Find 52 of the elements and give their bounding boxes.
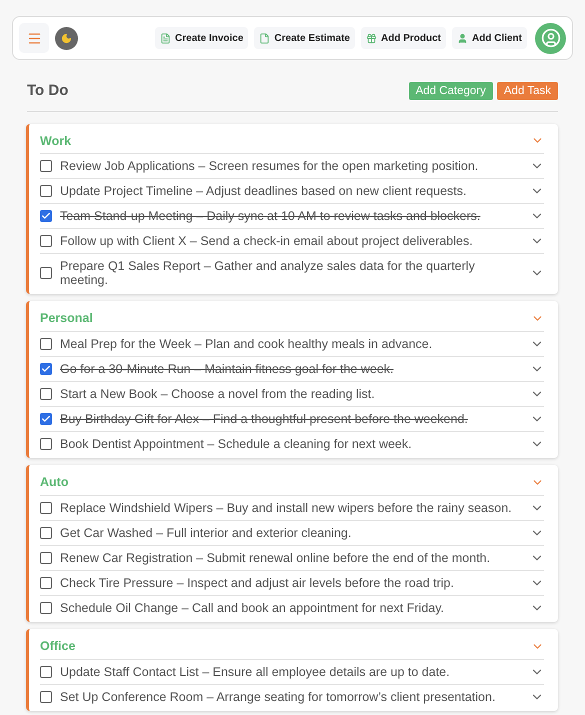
user-avatar-icon bbox=[540, 28, 560, 48]
checkbox[interactable] bbox=[40, 552, 52, 564]
checkbox[interactable] bbox=[40, 438, 52, 450]
document-icon bbox=[160, 32, 172, 44]
task-text: Update Project Timeline – Adjust deadlines based on new client requests. bbox=[60, 184, 468, 198]
checkbox[interactable] bbox=[40, 363, 52, 375]
task-text: Buy Birthday Gift for Alex – Find a thoughtful present before the weekend. bbox=[60, 412, 469, 426]
task-text: Renew Car Registration – Submit renewal online before the end of the month. bbox=[60, 550, 492, 565]
toolbar-button[interactable]: Add Product bbox=[361, 27, 446, 49]
task-text: Prepare Q1 Sales Report – Gather and analyze sales data for the quarterly meeting. bbox=[60, 259, 476, 288]
category-title: Work bbox=[40, 132, 72, 150]
checkbox[interactable] bbox=[40, 185, 52, 198]
category-title: Auto bbox=[40, 474, 68, 491]
menu-icon bbox=[26, 30, 42, 46]
checkbox[interactable] bbox=[40, 160, 52, 172]
checkbox[interactable] bbox=[40, 267, 52, 280]
moon-icon bbox=[61, 32, 72, 44]
checkbox[interactable] bbox=[40, 690, 52, 702]
toolbar-button[interactable]: Create Invoice bbox=[155, 27, 248, 49]
checkbox[interactable] bbox=[40, 602, 52, 614]
task-text: Go for a 30-Minute Run – Maintain fitness goal for the week. bbox=[60, 362, 395, 376]
task-text: Get Car Washed – Full interior and exterior cleaning. bbox=[60, 526, 352, 540]
checkbox[interactable] bbox=[40, 210, 52, 222]
task-text: Follow up with Client X – Send a check-in email about project deliverables. bbox=[60, 234, 474, 248]
gift-icon bbox=[366, 32, 377, 44]
task-text: Meal Prep for the Week – Plan and cook healthy meals in advance. bbox=[60, 337, 434, 351]
toolbar-button[interactable]: Create Estimate bbox=[254, 27, 355, 49]
checkbox[interactable] bbox=[40, 235, 52, 248]
checkbox[interactable] bbox=[40, 388, 52, 400]
task-text: Replace Windshield Wipers – Buy and install new wipers before the rainy season. bbox=[60, 500, 513, 515]
task-text: Team Stand-up Meeting – Daily sync at 10 AM to review tasks and blockers. bbox=[60, 209, 482, 224]
menu-button[interactable] bbox=[19, 23, 49, 53]
checkbox[interactable] bbox=[40, 338, 52, 350]
person-icon bbox=[457, 32, 468, 44]
toolbar-button[interactable]: Add Client bbox=[452, 27, 527, 49]
checkbox[interactable] bbox=[40, 502, 52, 514]
task-text: Update Staff Contact List – Ensure all employee details are up to date. bbox=[60, 664, 451, 678]
task-text: Set Up Conference Room – Arrange seating for tomorrow’s client presentation. bbox=[60, 690, 496, 704]
task-text: Check Tire Pressure – Inspect and adjust air levels before the road trip. bbox=[60, 576, 455, 590]
task-text: Schedule Oil Change – Call and book an appointment for next Friday. bbox=[60, 600, 446, 615]
file-icon bbox=[259, 32, 270, 44]
theme-toggle[interactable] bbox=[55, 26, 78, 50]
page-title: To Do bbox=[27, 81, 68, 101]
task-text: Book Dentist Appointment – Schedule a cleaning for next week. bbox=[60, 437, 413, 451]
task-text: Start a New Book – Choose a novel from the reading list. bbox=[60, 387, 376, 401]
checkbox[interactable] bbox=[40, 526, 52, 539]
checkbox[interactable] bbox=[40, 413, 52, 425]
category-title: Personal bbox=[40, 310, 93, 328]
category-title: Office bbox=[40, 638, 76, 655]
checkbox[interactable] bbox=[40, 666, 52, 678]
checkbox[interactable] bbox=[40, 576, 52, 589]
task-text: Review Job Applications – Screen resumes for the open marketing position. bbox=[60, 159, 480, 174]
